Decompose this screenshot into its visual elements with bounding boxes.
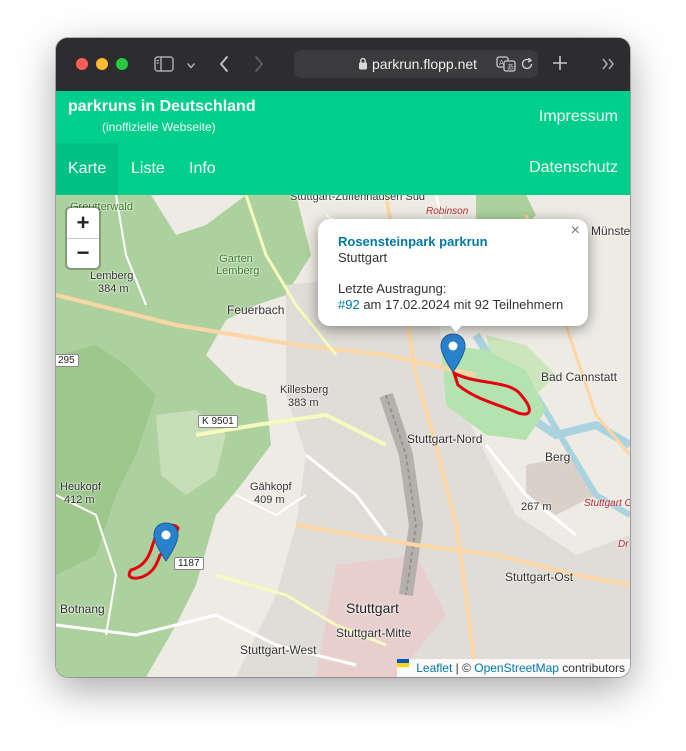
map-label-heukopf-height: 412 m xyxy=(64,494,95,506)
map-view[interactable]: Stuttgart-Zuffenhausen Süd Greutterwald … xyxy=(56,195,630,677)
map-label-killesberg: Killesberg xyxy=(280,384,329,396)
address-bar[interactable]: parkrun.flopp.net Aあ xyxy=(294,50,538,78)
lock-icon xyxy=(358,57,368,75)
popup-title: Rosensteinpark parkrun xyxy=(338,234,488,249)
zoom-control: + − xyxy=(67,208,99,268)
leaflet-link[interactable]: Leaflet xyxy=(416,661,452,675)
browser-toolbar: parkrun.flopp.net Aあ xyxy=(56,38,630,91)
map-label-stuttgart-west: Stuttgart-West xyxy=(240,643,317,657)
datenschutz-link[interactable]: Datenschutz xyxy=(529,159,618,177)
popup-event-text: am 17.02.2024 mit 92 Teilnehmern xyxy=(359,297,564,312)
zoom-in-button[interactable]: + xyxy=(67,208,99,239)
map-label-muenster: Münster xyxy=(591,224,630,238)
chevron-down-icon[interactable] xyxy=(186,58,196,76)
svg-text:あ: あ xyxy=(507,63,514,71)
map-label-stuttgart-nord: Stuttgart-Nord xyxy=(407,432,483,446)
map-label-zuffenhausen: Stuttgart-Zuffenhausen Süd xyxy=(290,195,425,203)
map-label-stuttgart-ost: Stuttgart-Ost xyxy=(505,570,574,584)
zoom-window-button[interactable] xyxy=(116,58,128,70)
ukraine-flag-icon xyxy=(397,659,414,672)
nav-tabs: Karte Liste Info Datenschutz xyxy=(56,143,630,195)
tab-liste[interactable]: Liste xyxy=(119,143,177,195)
tab-info[interactable]: Info xyxy=(177,143,228,195)
popup-last-event: #92 am 17.02.2024 mit 92 Teilnehmern xyxy=(338,297,563,312)
map-label-stuttgart-mitte: Stuttgart-Mitte xyxy=(336,626,412,640)
close-window-button[interactable] xyxy=(76,58,88,70)
new-tab-icon[interactable] xyxy=(552,55,568,76)
popup-tip xyxy=(446,321,466,332)
map-label-garten-lemberg: Garten Lemberg xyxy=(216,253,260,277)
sidebar-icon[interactable] xyxy=(154,56,174,77)
map-label-botnang: Botnang xyxy=(60,602,105,616)
popup-city: Stuttgart xyxy=(338,250,388,265)
map-label-heukopf: Heukopf xyxy=(60,481,101,493)
map-label-gahkopf-height: 409 m xyxy=(254,494,285,506)
impressum-link[interactable]: Impressum xyxy=(539,108,618,126)
site-navbar: parkruns in Deutschland (inoffizielle We… xyxy=(56,91,630,195)
map-label-bad-cannstatt: Bad Cannstatt xyxy=(541,370,618,384)
reload-icon[interactable] xyxy=(520,57,534,76)
popup-close-button[interactable]: × xyxy=(571,222,580,240)
translate-icon[interactable]: Aあ xyxy=(496,56,516,77)
back-icon[interactable] xyxy=(218,55,230,78)
map-label-lemberg: Lemberg xyxy=(90,270,134,282)
site-subtitle: (inoffizielle Webseite) xyxy=(102,120,216,134)
marker-popup: × Rosensteinpark parkrun Stuttgart Letzt… xyxy=(318,219,588,326)
url-text: parkrun.flopp.net xyxy=(372,56,478,72)
map-label-feuerbach: Feuerbach xyxy=(227,303,285,317)
map-label-killesberg-height: 383 m xyxy=(288,397,319,409)
map-label-stuttgart-g: Stuttgart G xyxy=(584,498,630,509)
map-label-height-267: 267 m xyxy=(521,501,552,513)
tab-karte[interactable]: Karte xyxy=(56,143,119,195)
browser-window: parkrun.flopp.net Aあ parkruns in Deutsch… xyxy=(56,38,630,677)
osm-link[interactable]: OpenStreetMap xyxy=(474,661,559,675)
map-label-berg: Berg xyxy=(545,450,571,464)
map-attribution: Leaflet | © OpenStreetMap contributors xyxy=(397,659,630,677)
forward-icon[interactable] xyxy=(253,55,265,78)
minimize-window-button[interactable] xyxy=(96,58,108,70)
road-badge-k9501: K 9501 xyxy=(198,415,238,428)
map-label-dr: Dr xyxy=(618,539,629,550)
attribution-contributors: contributors xyxy=(558,661,625,675)
map-label-robinson: Robinson xyxy=(426,206,469,217)
road-badge-295: 295 xyxy=(56,354,79,367)
zoom-out-button[interactable]: − xyxy=(67,238,99,268)
map-label-stuttgart: Stuttgart xyxy=(346,600,399,616)
popup-last-event-label: Letzte Austragung: xyxy=(338,281,447,296)
tab-overview-icon[interactable] xyxy=(601,57,615,75)
site-title[interactable]: parkruns in Deutschland xyxy=(68,98,256,116)
map-label-lemberg-height: 384 m xyxy=(98,283,129,295)
map-label-gahkopf: Gähkopf xyxy=(250,481,292,493)
popup-event-link[interactable]: #92 xyxy=(338,297,360,312)
svg-text:A: A xyxy=(499,59,504,67)
attribution-separator: | © xyxy=(452,661,475,675)
